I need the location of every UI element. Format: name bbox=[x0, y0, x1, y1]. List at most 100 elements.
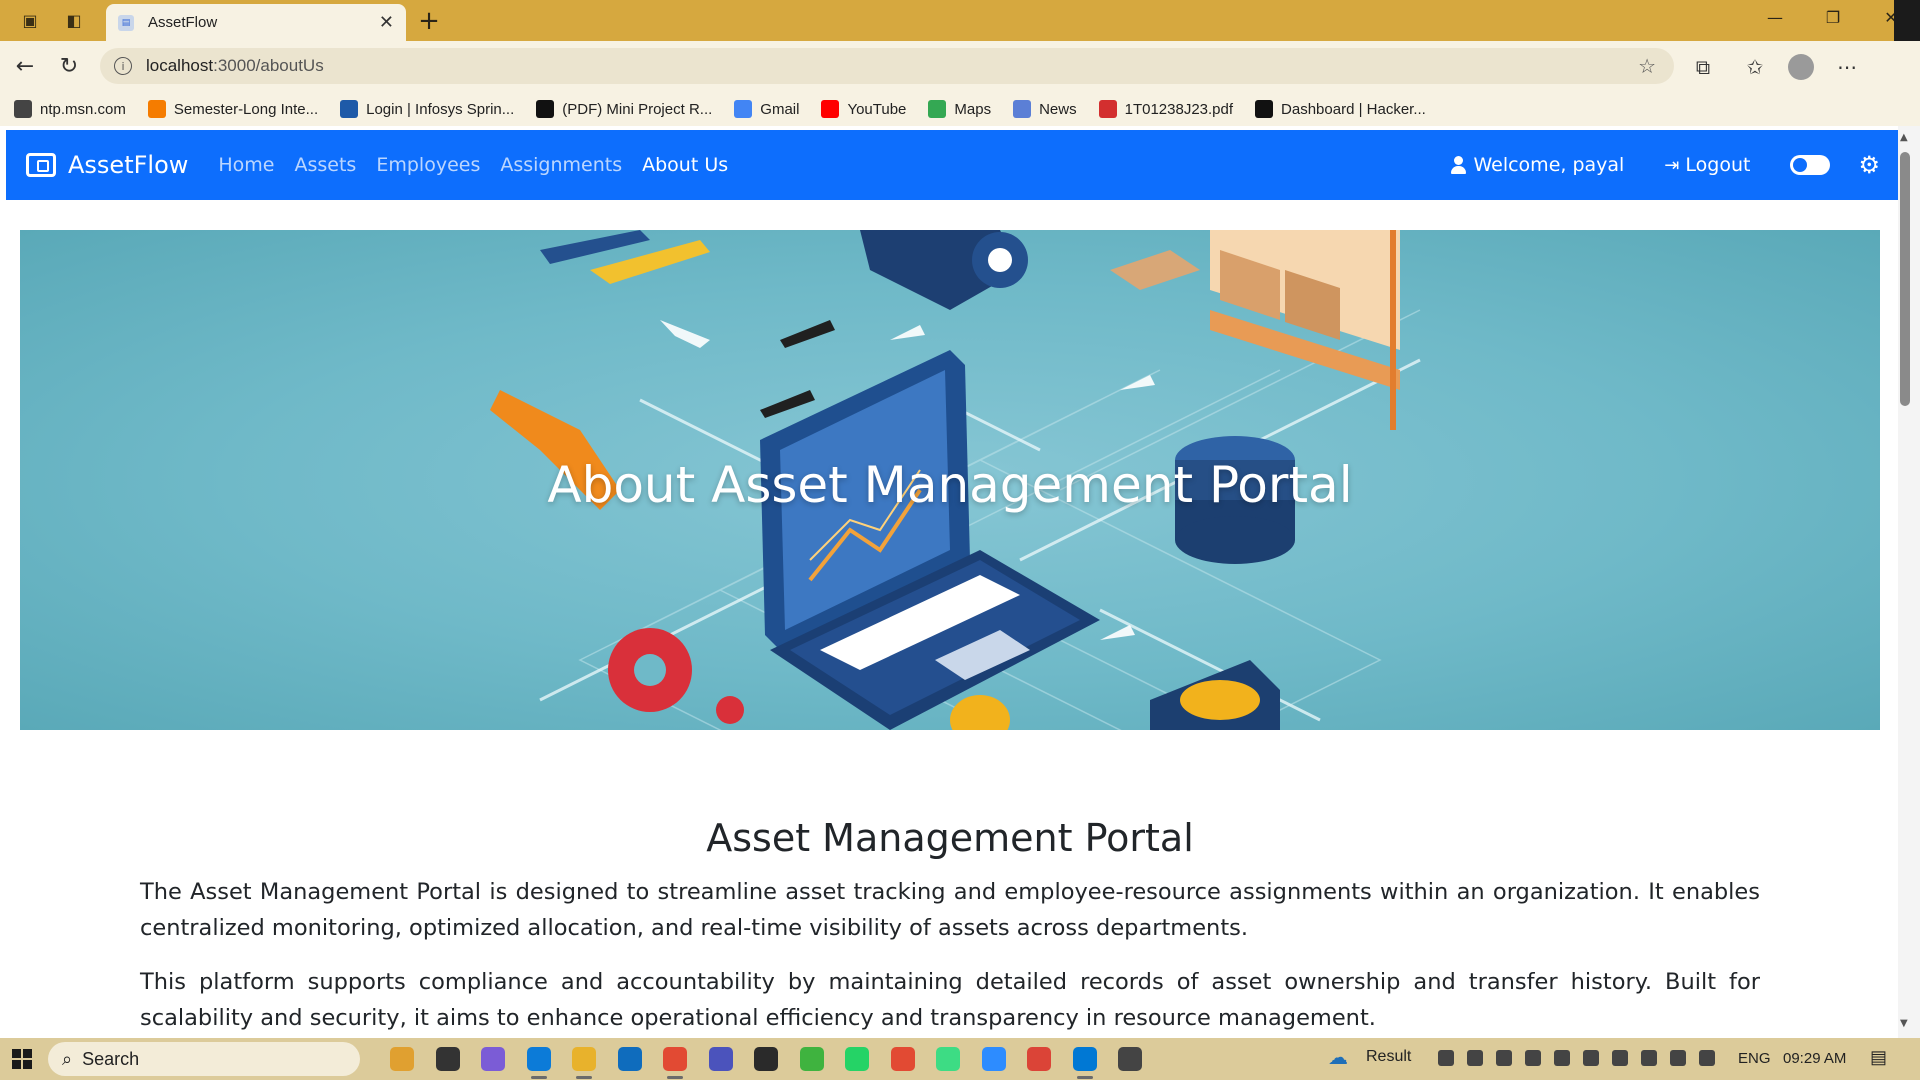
chat-icon[interactable] bbox=[799, 1047, 824, 1071]
task-view-icon[interactable] bbox=[435, 1047, 460, 1071]
bookmark-item[interactable]: News bbox=[1013, 100, 1077, 118]
nav-link-about-us[interactable]: About Us bbox=[642, 154, 728, 176]
windows-taskbar: ⌕ Search ☁ Result ENG 09:29 AM ▤ bbox=[0, 1038, 1920, 1080]
security-icon[interactable] bbox=[1583, 1050, 1599, 1066]
whatsapp-icon[interactable] bbox=[845, 1047, 869, 1071]
logout-label: Logout bbox=[1685, 154, 1751, 176]
snipping-tool-icon[interactable] bbox=[1118, 1047, 1142, 1071]
address-bar[interactable]: i localhost:3000/aboutUs ☆ bbox=[100, 48, 1674, 84]
machine-illustration bbox=[860, 230, 1028, 310]
start-button[interactable] bbox=[12, 1049, 32, 1069]
zoom-tray-icon[interactable] bbox=[1496, 1050, 1512, 1066]
restore-button[interactable]: ❐ bbox=[1818, 8, 1848, 27]
weather-icon[interactable]: ☁ bbox=[1328, 1045, 1348, 1070]
settings-gear-icon[interactable]: ⚙ bbox=[1858, 151, 1880, 179]
clock[interactable]: 09:29 AM bbox=[1783, 1050, 1846, 1067]
extensions-icon[interactable]: ⧉ bbox=[1688, 52, 1718, 82]
url-text: localhost:3000/aboutUs bbox=[146, 56, 324, 75]
cloud-sync-icon[interactable] bbox=[1554, 1050, 1570, 1066]
vscode-icon[interactable] bbox=[1072, 1047, 1097, 1071]
bookmark-item[interactable]: Dashboard | Hacker... bbox=[1255, 100, 1426, 118]
scrollbar-thumb[interactable] bbox=[1900, 152, 1910, 406]
logout-icon: ⇥ bbox=[1664, 154, 1680, 176]
meet-now-icon[interactable] bbox=[1438, 1050, 1454, 1066]
favorite-star-icon[interactable]: ☆ bbox=[1638, 54, 1656, 78]
maps-icon bbox=[928, 100, 947, 118]
bookmark-item[interactable]: Login | Infosys Sprin... bbox=[340, 100, 514, 118]
file-explorer-icon[interactable] bbox=[572, 1047, 596, 1071]
theme-toggle-switch[interactable] bbox=[1790, 155, 1831, 175]
bookmark-item[interactable]: YouTube bbox=[821, 100, 906, 118]
logout-button[interactable]: ⇥ Logout bbox=[1664, 154, 1750, 176]
minimize-button[interactable]: — bbox=[1760, 8, 1790, 27]
infosys-icon bbox=[340, 100, 359, 118]
bookmark-label: Login | Infosys Sprin... bbox=[366, 100, 515, 118]
bookmark-label: (PDF) Mini Project R... bbox=[562, 100, 713, 118]
search-icon: ⌕ bbox=[62, 1048, 73, 1069]
bookmark-item[interactable]: Maps bbox=[928, 100, 991, 118]
nav-link-assignments[interactable]: Assignments bbox=[500, 154, 622, 176]
copilot-icon[interactable] bbox=[481, 1047, 505, 1071]
chrome-icon[interactable] bbox=[663, 1047, 687, 1071]
laptop-illustration bbox=[760, 350, 1100, 730]
edge-icon[interactable] bbox=[526, 1047, 551, 1071]
scroll-down-arrow-icon[interactable]: ▼ bbox=[1900, 1018, 1908, 1029]
browser-toolbar: ← ↻ i localhost:3000/aboutUs ☆ ⧉ ✩ ⋯ bbox=[0, 41, 1920, 92]
running-indicator bbox=[667, 1076, 683, 1079]
outlook-icon[interactable] bbox=[617, 1047, 642, 1071]
taskbar-search[interactable]: ⌕ Search bbox=[48, 1042, 360, 1076]
bookmark-label: News bbox=[1039, 100, 1077, 118]
battery-icon[interactable] bbox=[1670, 1050, 1686, 1066]
volume-icon[interactable] bbox=[1699, 1050, 1715, 1066]
news-icon bbox=[1013, 100, 1032, 118]
favorites-icon[interactable]: ✩ bbox=[1740, 52, 1770, 82]
nav-links: Home Assets Employees Assignments About … bbox=[218, 154, 748, 176]
search-label: Search bbox=[82, 1048, 140, 1069]
bookmark-item[interactable]: Gmail bbox=[734, 100, 799, 118]
tab-favicon-icon: ▤ bbox=[118, 14, 134, 31]
bookmark-item[interactable]: Semester-Long Inte... bbox=[147, 100, 318, 118]
more-menu-icon[interactable]: ⋯ bbox=[1832, 52, 1862, 82]
about-paragraph-2: This platform supports compliance and ac… bbox=[140, 969, 1760, 1031]
hero-title: About Asset Management Portal bbox=[547, 456, 1353, 514]
wordpress-icon[interactable] bbox=[754, 1047, 778, 1071]
about-paragraph-1: The Asset Management Portal is designed … bbox=[140, 879, 1760, 941]
brand-link[interactable]: AssetFlow bbox=[26, 151, 188, 179]
workspaces-icon[interactable]: ▣ bbox=[18, 8, 42, 32]
tab-close-icon[interactable]: ✕ bbox=[379, 12, 394, 33]
new-tab-button[interactable]: + bbox=[414, 6, 444, 36]
welcome-user[interactable]: Welcome, payal bbox=[1451, 154, 1624, 176]
scroll-up-arrow-icon[interactable]: ▲ bbox=[1900, 132, 1908, 143]
running-indicator bbox=[1076, 1076, 1093, 1079]
back-button[interactable]: ← bbox=[10, 51, 40, 81]
chrome-alt-icon[interactable] bbox=[1027, 1047, 1051, 1071]
android-studio-icon[interactable] bbox=[936, 1047, 960, 1071]
language-indicator[interactable]: ENG bbox=[1738, 1050, 1771, 1067]
zoom-icon[interactable] bbox=[981, 1047, 1006, 1071]
notification-icon[interactable]: ▤ bbox=[1870, 1047, 1887, 1068]
teams-icon[interactable] bbox=[708, 1047, 733, 1071]
site-info-icon[interactable]: i bbox=[114, 57, 132, 75]
running-indicator bbox=[530, 1076, 547, 1079]
nav-link-assets[interactable]: Assets bbox=[295, 154, 357, 176]
bookmark-label: Maps bbox=[954, 100, 992, 118]
nav-link-employees[interactable]: Employees bbox=[376, 154, 480, 176]
weather-label[interactable]: Result bbox=[1366, 1048, 1411, 1066]
profile-button[interactable] bbox=[1786, 52, 1816, 82]
onedrive-icon[interactable] bbox=[1467, 1050, 1483, 1066]
about-content: Asset Management Portal The Asset Manage… bbox=[140, 816, 1760, 1038]
browser-tab-active[interactable]: ▤ AssetFlow ✕ bbox=[106, 4, 406, 41]
browser-titlebar: ▣ ◧ ▤ AssetFlow ✕ + — ❐ ✕ bbox=[0, 0, 1920, 72]
bookmark-item[interactable]: ntp.msn.com bbox=[14, 100, 126, 118]
bookmark-item[interactable]: (PDF) Mini Project R... bbox=[536, 100, 712, 118]
widgets-icon[interactable] bbox=[390, 1047, 414, 1071]
chrome-profile-icon[interactable] bbox=[890, 1047, 915, 1071]
nvidia-icon[interactable] bbox=[1525, 1050, 1541, 1066]
network-icon[interactable] bbox=[1641, 1050, 1657, 1066]
bookmark-label: Dashboard | Hacker... bbox=[1281, 100, 1426, 118]
vertical-tabs-icon[interactable]: ◧ bbox=[62, 8, 86, 32]
display-icon[interactable] bbox=[1612, 1050, 1628, 1066]
reload-button[interactable]: ↻ bbox=[54, 51, 84, 81]
bookmark-item[interactable]: 1T01238J23.pdf bbox=[1098, 100, 1233, 118]
nav-link-home[interactable]: Home bbox=[218, 154, 274, 176]
